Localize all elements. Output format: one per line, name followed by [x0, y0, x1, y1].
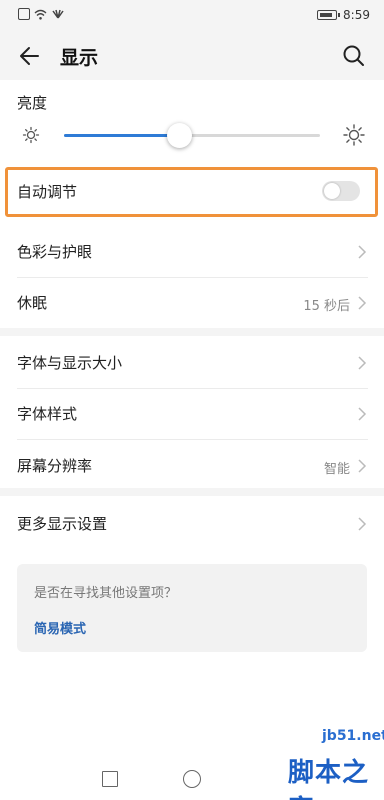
suggestion-box: 是否在寻找其他设置项？ 简易模式	[17, 564, 367, 652]
list-item-font-style[interactable]: 字体样式	[17, 389, 367, 439]
title-bar: 显示	[0, 32, 384, 80]
recent-apps-button[interactable]	[102, 771, 118, 787]
back-arrow-icon[interactable]	[16, 42, 44, 70]
chevron-right-icon	[358, 245, 367, 259]
resolution-label: 屏幕分辨率	[17, 457, 93, 475]
auto-adjust-row[interactable]: 自动调节	[17, 167, 367, 217]
brightness-high-icon	[343, 124, 365, 146]
auto-adjust-toggle[interactable]	[322, 181, 360, 201]
watermark-site: jb51.net	[322, 728, 384, 744]
font-size-label: 字体与显示大小	[17, 354, 123, 372]
brightness-label: 亮度	[17, 94, 48, 112]
chevron-right-icon	[358, 356, 367, 370]
status-time: 8:59	[343, 8, 370, 22]
auto-adjust-label: 自动调节	[17, 183, 78, 201]
sleep-label: 休眠	[17, 294, 48, 312]
sleep-value: 15 秒后	[303, 299, 350, 314]
chevron-right-icon	[358, 517, 367, 531]
list-item-color-eye[interactable]: 色彩与护眼	[17, 227, 367, 277]
status-bar: 8:59	[0, 0, 384, 32]
suggestion-question: 是否在寻找其他设置项？	[34, 586, 178, 601]
simple-mode-link[interactable]: 简易模式	[34, 618, 86, 637]
brightness-slider-fill	[64, 134, 180, 137]
search-icon[interactable]	[340, 42, 368, 70]
brightness-slider-thumb[interactable]	[166, 123, 192, 148]
status-icons-right: 8:59	[317, 8, 370, 22]
list-item-font-size[interactable]: 字体与显示大小	[17, 338, 367, 388]
font-style-label: 字体样式	[17, 405, 78, 423]
page-title: 显示	[60, 47, 99, 69]
chevron-right-icon	[358, 459, 367, 473]
sim-icon	[18, 8, 30, 20]
watermark-text: 脚本之家	[288, 758, 370, 800]
chevron-right-icon	[358, 407, 367, 421]
list-item-more-display[interactable]: 更多显示设置	[17, 499, 367, 549]
chevron-right-icon	[358, 296, 367, 310]
status-icons-left	[18, 8, 65, 20]
color-eye-label: 色彩与护眼	[17, 243, 93, 261]
wifi-icon	[34, 9, 47, 20]
toggle-knob	[324, 183, 340, 199]
resolution-value: 智能	[323, 462, 350, 477]
brightness-low-icon	[22, 126, 40, 144]
huawei-logo-icon	[52, 9, 64, 19]
more-display-label: 更多显示设置	[17, 515, 108, 533]
battery-icon	[317, 10, 341, 20]
list-item-resolution[interactable]: 屏幕分辨率	[17, 440, 367, 490]
home-button[interactable]	[183, 770, 201, 788]
